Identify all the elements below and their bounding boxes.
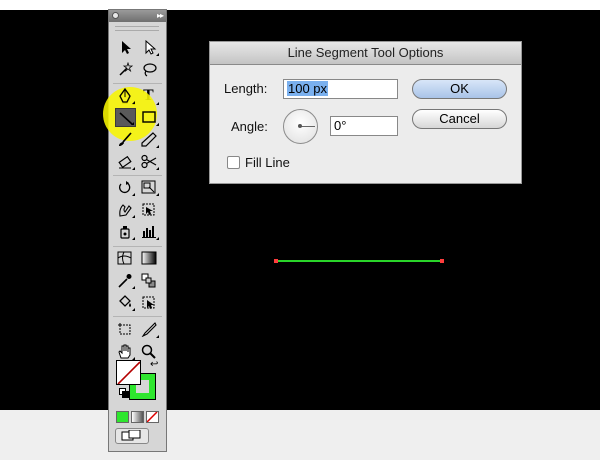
close-icon[interactable]	[112, 12, 119, 19]
free-transform-tool[interactable]	[139, 200, 160, 219]
ok-button[interactable]: OK	[412, 79, 507, 99]
drawn-line-segment[interactable]	[276, 260, 442, 262]
live-paint-bucket-tool[interactable]	[115, 293, 136, 312]
rectangle-icon	[142, 111, 156, 123]
eyedropper-icon	[118, 274, 132, 288]
mesh-icon	[117, 251, 132, 265]
length-label: Length:	[224, 81, 268, 96]
fill-color-swatch[interactable]	[116, 360, 141, 385]
free-transform-icon	[142, 203, 155, 216]
none-slash-icon	[117, 361, 140, 384]
hollow-arrow-icon	[145, 40, 157, 55]
screen-mode-button[interactable]	[115, 428, 149, 444]
separator	[113, 246, 162, 247]
direct-selection-tool[interactable]	[139, 38, 160, 57]
length-value: 100 px	[287, 81, 329, 96]
symbol-sprayer-icon	[120, 226, 130, 239]
dial-center	[298, 124, 302, 128]
rotate-tool[interactable]	[115, 178, 136, 197]
artboard-icon	[118, 323, 131, 335]
collapse-icon[interactable]: ▸▸	[157, 10, 164, 22]
paint-bucket-icon	[119, 295, 131, 307]
angle-value: 0°	[334, 118, 347, 133]
lasso-icon	[143, 63, 157, 77]
warp-hand-icon	[119, 204, 132, 217]
separator	[113, 83, 162, 84]
slice-tool[interactable]	[139, 320, 160, 339]
arrow-icon	[122, 41, 131, 54]
gradient-tool[interactable]	[139, 249, 160, 268]
rotate-icon	[119, 181, 131, 193]
magnifier-icon	[141, 344, 156, 359]
hand-tool[interactable]	[115, 342, 136, 361]
magic-wand-icon	[119, 62, 133, 76]
blend-tool[interactable]	[139, 271, 160, 290]
fill-line-label: Fill Line	[245, 155, 290, 170]
length-field[interactable]: 100 px	[283, 79, 398, 99]
paintbrush-tool-highlighted[interactable]	[115, 130, 136, 149]
pen-tool-highlighted[interactable]	[115, 86, 136, 105]
artboard-tool[interactable]	[115, 320, 136, 339]
eraser-brush-icon	[118, 155, 132, 169]
separator	[113, 316, 162, 317]
fill-line-checkbox[interactable]	[227, 156, 240, 169]
angle-field[interactable]: 0°	[330, 116, 398, 136]
pen-nib-icon	[119, 88, 131, 103]
live-paint-selection-tool[interactable]	[139, 293, 160, 312]
scissors-icon	[141, 154, 157, 169]
none-slash-icon	[147, 412, 158, 422]
scale-tool[interactable]	[139, 178, 160, 197]
lasso-tool[interactable]	[139, 60, 160, 79]
angle-label: Angle:	[231, 119, 268, 134]
slice-knife-icon	[141, 322, 157, 337]
none-mode-button[interactable]	[146, 411, 159, 423]
separator	[113, 175, 162, 176]
gradient-icon	[141, 251, 157, 265]
tools-panel-titlebar[interactable]: ▸▸	[109, 10, 166, 22]
gradient-mode-button[interactable]	[131, 411, 144, 423]
dialog-title[interactable]: Line Segment Tool Options	[210, 42, 521, 65]
magic-wand-tool[interactable]	[115, 60, 136, 79]
top-band	[0, 0, 600, 10]
warp-tool[interactable]	[115, 200, 136, 219]
scissors-tool[interactable]	[139, 152, 160, 171]
rectangle-tool-highlighted[interactable]	[139, 108, 160, 127]
eyedropper-tool[interactable]	[115, 271, 136, 290]
angle-dial[interactable]	[283, 109, 318, 144]
symbol-sprayer-tool[interactable]	[115, 222, 136, 241]
hand-icon	[118, 344, 131, 359]
anchor-point-start[interactable]	[274, 259, 278, 263]
live-paint-selection-icon	[142, 296, 155, 309]
color-mode-button[interactable]	[116, 411, 129, 423]
line-segment-tool-active[interactable]	[115, 108, 136, 127]
cancel-button[interactable]: Cancel	[412, 109, 507, 129]
scale-icon	[141, 180, 156, 194]
bottom-band	[0, 410, 600, 460]
line-segment-options-dialog: Line Segment Tool Options Length: 100 px…	[209, 41, 522, 184]
bar-graph-icon	[142, 226, 156, 238]
blend-icon	[141, 273, 156, 288]
paintbrush-icon	[119, 132, 132, 146]
dial-needle	[300, 126, 315, 127]
column-graph-tool[interactable]	[139, 222, 160, 241]
blob-brush-tool[interactable]	[115, 152, 136, 171]
anchor-point-end[interactable]	[440, 259, 444, 263]
fill-stroke-swatches	[116, 360, 158, 402]
selection-tool[interactable]	[115, 38, 136, 57]
screen-mode-icon	[121, 430, 141, 441]
mesh-tool[interactable]	[115, 249, 136, 268]
panel-grip[interactable]	[115, 26, 159, 31]
